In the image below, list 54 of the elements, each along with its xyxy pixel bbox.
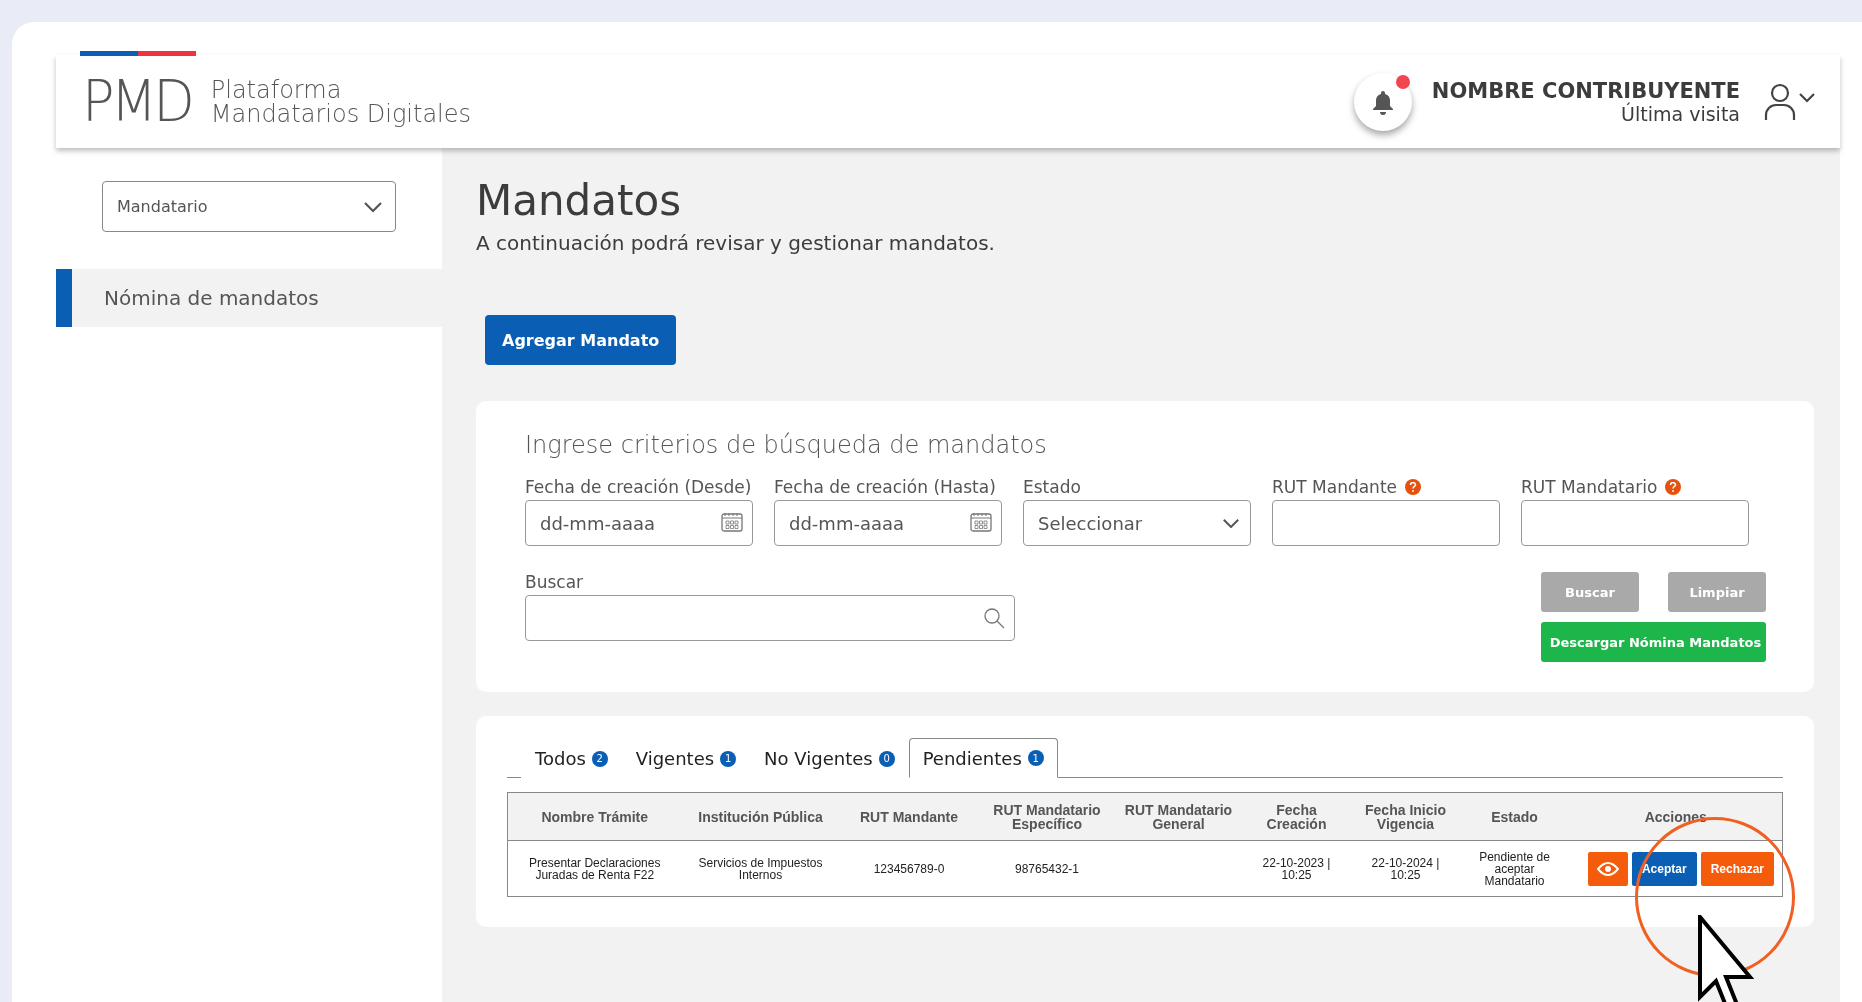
column-header: Institución Pública	[681, 792, 840, 841]
table-cell: 123456789-0	[873, 861, 945, 876]
user-name: NOMBRE CONTRIBUYENTE	[1431, 78, 1740, 103]
calendar-icon[interactable]	[970, 512, 992, 532]
page-title: Mandatos	[476, 176, 683, 225]
tab[interactable]: Pendientes 1	[908, 738, 1058, 778]
notification-button[interactable]	[1353, 72, 1412, 131]
date-field[interactable]: dd-mm-aaaa	[774, 500, 1002, 546]
input-field[interactable]	[1272, 500, 1500, 546]
table-cell: Presentar Declaraciones Juradas de Renta F22	[529, 855, 661, 882]
column-header: RUT Mandatario Específico	[978, 792, 1116, 841]
input-field[interactable]	[1521, 500, 1749, 546]
date-field[interactable]: dd-mm-aaaa	[525, 500, 753, 546]
column-header: RUT Mandatario General	[1115, 792, 1242, 841]
help-icon[interactable]	[1665, 479, 1682, 495]
count-badge: 1	[720, 750, 737, 767]
search-title: Ingrese criterios de búsqueda de mandatos	[525, 431, 1048, 459]
table-cell: Servicios de Impuestos Internos	[698, 855, 823, 882]
view-button[interactable]	[1587, 851, 1628, 886]
page-subtitle: A continuación podrá revisar y gestionar mandatos.	[476, 231, 996, 255]
field-label: RUT Mandatario	[1521, 477, 1658, 497]
logo: PMD	[82, 68, 191, 135]
chevron-down-icon	[1222, 517, 1240, 529]
role-select[interactable]: Mandatario	[102, 181, 396, 232]
row-action-button[interactable]: Aceptar	[1631, 851, 1697, 886]
help-icon[interactable]	[1405, 479, 1421, 495]
field-label: Fecha de creación (Hasta)	[774, 477, 996, 497]
field-label: Fecha de creación (Desde)	[525, 477, 752, 497]
field-label: Buscar	[525, 572, 585, 592]
app-title: Plataforma Mandatarios Digitales	[210, 77, 472, 126]
search-field[interactable]	[525, 595, 1015, 641]
column-header: Nombre Trámite	[507, 792, 682, 841]
table-cell: 98765432-1	[1014, 861, 1080, 876]
add-mandate-button[interactable]: Agregar Mandato	[485, 315, 677, 365]
table-cell: 22-10-2023 | 10:25	[1262, 855, 1331, 882]
table-cell: Pendiente de aceptar Mandatario	[1479, 849, 1550, 888]
column-header: Estado	[1459, 792, 1570, 841]
count-badge: 0	[878, 750, 895, 767]
count-badge: 2	[591, 750, 608, 767]
field-label: RUT Mandante	[1272, 477, 1397, 497]
calendar-icon[interactable]	[721, 512, 743, 532]
count-badge: 1	[1027, 750, 1044, 766]
eye-icon	[1596, 861, 1619, 876]
column-header: RUT Mandante	[839, 792, 979, 841]
table-cell: 22-10-2024 | 10:25	[1371, 855, 1440, 882]
column-header: Fecha Inicio Vigencia	[1351, 792, 1460, 841]
search-icon	[983, 607, 1005, 629]
chevron-down-icon	[363, 200, 383, 213]
column-header: Fecha Creación	[1241, 792, 1352, 841]
sidebar-item[interactable]: Nómina de mandatos	[56, 269, 442, 327]
field-label: Estado	[1023, 477, 1081, 497]
last-visit: Última visita	[1621, 102, 1740, 125]
status-select[interactable]: Seleccionar	[1023, 500, 1251, 546]
bell-icon	[1371, 88, 1394, 115]
